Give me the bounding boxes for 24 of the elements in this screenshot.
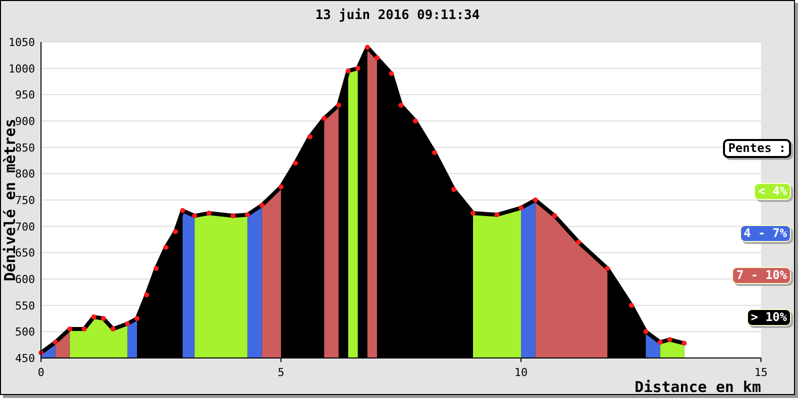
y-tick-label: 450 [15,352,35,365]
legend-title: Pentes : [723,139,791,158]
legend-item: 7 - 10% [732,267,791,284]
legend-item: > 10% [746,309,791,326]
x-tick-label: 0 [38,366,44,379]
chart-title: 13 juin 2016 09:11:34 [315,7,480,25]
y-tick-label: 1050 [8,36,35,49]
y-tick-label: 700 [15,220,35,234]
y-tick-label: 1000 [8,62,35,76]
y-tick-label: 850 [15,141,35,154]
x-tick-label: 15 [754,366,768,379]
legend-item: < 4% [754,183,791,200]
y-tick-label: 900 [15,115,35,128]
y-tick-label: 750 [15,194,35,207]
y-tick-label: 600 [15,273,35,286]
y-tick-label: 950 [15,88,35,102]
legend-item: 4 - 7% [740,225,791,242]
y-tick-label: 550 [15,299,35,312]
x-tick-label: 10 [514,366,528,379]
y-tick-label: 650 [15,246,35,260]
x-axis-title: Distance en km [634,378,761,394]
y-tick-label: 800 [15,168,35,181]
x-tick-label: 5 [278,366,284,379]
y-tick-label: 500 [15,326,35,339]
